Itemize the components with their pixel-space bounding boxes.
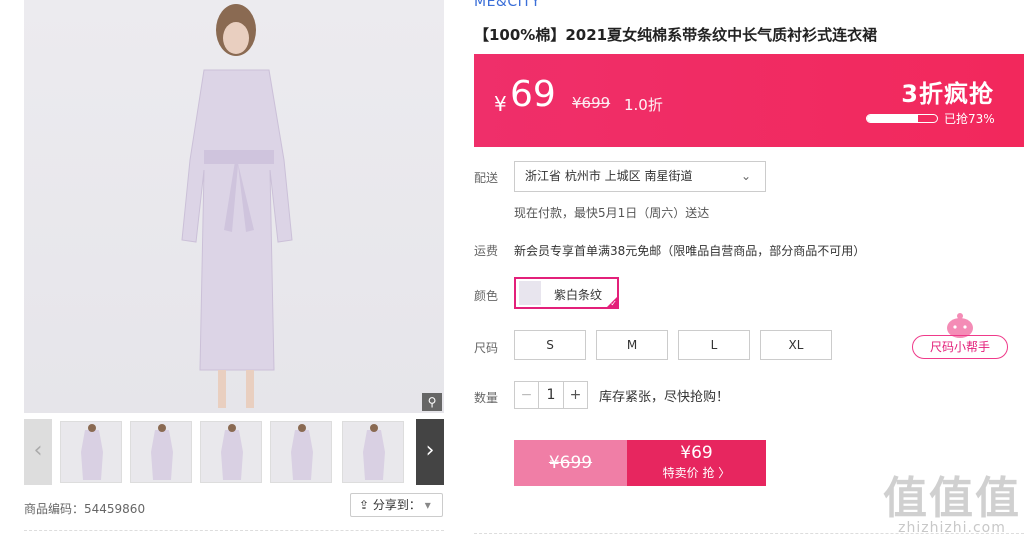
thumbnail-figure-icon <box>363 424 385 480</box>
thumbnail-strip: ‹ › <box>24 419 444 485</box>
stock-warning: 库存紧张，尽快抢购！ <box>599 390 730 405</box>
brand-name[interactable]: ME&CITY <box>474 0 540 10</box>
color-label: 颜色 <box>474 289 499 303</box>
thumbnail-figure-icon <box>81 424 103 480</box>
product-code: 商品编码：54459860 <box>24 502 146 516</box>
share-label: 分享到： <box>372 498 421 512</box>
check-icon: ✓ <box>610 299 617 308</box>
original-price: ¥699 <box>572 94 611 112</box>
quantity-minus-button[interactable]: − <box>515 382 539 408</box>
delivery-eta: 现在付款，最快5月1日（周六）送达 <box>514 206 710 220</box>
sold-percent-text: 已抢73% <box>944 112 995 126</box>
thumb-prev-arrow-icon[interactable]: ‹ <box>24 419 52 485</box>
buy-button-group: ¥699 ¥69 特卖价 抢 〉 <box>514 440 766 486</box>
watermark-logo: 值值值 zhizhizhi.com <box>883 462 1021 536</box>
quantity-label: 数量 <box>474 391 499 405</box>
address-value: 浙江省 杭州市 上城区 南星街道 <box>525 169 693 183</box>
share-button[interactable]: ⇪ 分享到： ▾ <box>350 493 443 517</box>
promo-label: 3折疯抢 <box>901 80 994 108</box>
quantity-plus-button[interactable]: + <box>563 382 587 408</box>
size-option-l[interactable]: L <box>678 330 750 360</box>
color-option-selected[interactable]: 紫白条纹 ✓ <box>514 277 619 309</box>
buy-cta-label: 特卖价 抢 〉 <box>662 466 731 480</box>
price-banner: ¥ 69 ¥699 1.0折 3折疯抢 已抢73% <box>474 54 1024 147</box>
thumbnail-1[interactable] <box>60 421 122 483</box>
watermark-text: 值值值 <box>883 473 1021 524</box>
delivery-label: 配送 <box>474 171 499 185</box>
size-helper-button[interactable]: 尺码小帮手 <box>912 335 1008 359</box>
original-price-button[interactable]: ¥699 <box>514 440 627 486</box>
size-label: 尺码 <box>474 341 499 355</box>
thumbnail-2[interactable] <box>130 421 192 483</box>
address-select[interactable]: 浙江省 杭州市 上城区 南星街道 ⌄ <box>514 161 766 192</box>
magnifier-icon[interactable]: ⚲ <box>422 393 442 411</box>
sold-progress-fill <box>867 115 919 122</box>
currency-symbol: ¥ <box>494 92 507 116</box>
size-option-s[interactable]: S <box>514 330 586 360</box>
thumbnail-4[interactable] <box>270 421 332 483</box>
color-option-label: 紫白条纹 <box>554 288 603 302</box>
shipping-label: 运费 <box>474 244 499 258</box>
current-price: 69 <box>510 74 556 115</box>
product-title: 【100%棉】2021夏女纯棉系带条纹中长气质衬衫式连衣裙 <box>474 26 878 44</box>
discount-rate: 1.0折 <box>624 96 663 114</box>
shipping-info: 新会员专享首单满38元免邮（限唯品自营商品，部分商品不可用） <box>514 244 866 258</box>
buy-now-button[interactable]: ¥69 特卖价 抢 〉 <box>627 440 766 486</box>
size-option-m[interactable]: M <box>596 330 668 360</box>
sold-progress-bar <box>866 114 938 123</box>
thumb-next-arrow-icon[interactable]: › <box>416 419 444 485</box>
dress-model-figure <box>181 4 293 408</box>
size-option-xl[interactable]: XL <box>760 330 832 360</box>
quantity-input[interactable]: 1 <box>539 382 563 408</box>
thumbnail-3[interactable] <box>200 421 262 483</box>
thumbnail-figure-icon <box>291 424 313 480</box>
thumbnail-figure-icon <box>151 424 173 480</box>
chevron-down-icon: ⌄ <box>740 169 751 183</box>
buy-price: ¥69 <box>680 443 713 463</box>
main-product-image[interactable]: ⚲ <box>24 0 444 413</box>
quantity-stepper: − 1 + <box>514 381 588 409</box>
left-divider <box>24 530 444 531</box>
color-swatch <box>519 281 541 305</box>
thumbnail-5[interactable] <box>342 421 404 483</box>
watermark-url: zhizhizhi.com <box>898 520 1006 536</box>
chevron-down-icon: ▾ <box>424 498 431 512</box>
share-icon: ⇪ <box>359 498 370 512</box>
thumbnail-figure-icon <box>221 424 243 480</box>
